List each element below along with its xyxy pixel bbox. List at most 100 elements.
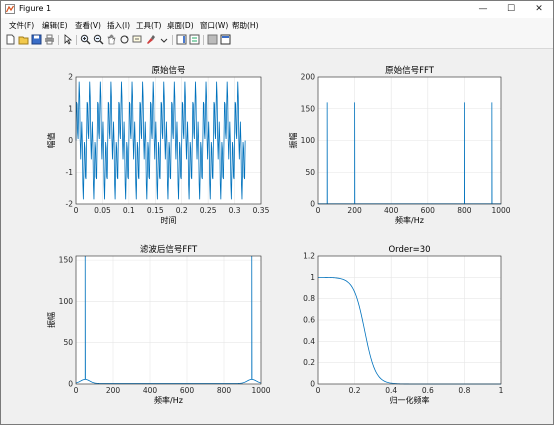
y-tick-label: 0 [310, 380, 315, 389]
zoom-in-icon[interactable] [80, 34, 91, 45]
x-tick-label: 0.35 [253, 206, 270, 215]
brush-icon[interactable] [145, 34, 156, 45]
y-tick-label: 200 [301, 73, 316, 82]
figure-canvas[interactable]: 0 0.05 0.1 0.15 0.2 0.25 0.3 0.35 -2 -1 0 1 2 原始信号时间 幅… [3, 50, 551, 422]
x-tick-label: 1000 [251, 386, 270, 395]
menu-file[interactable]: 文件(F) [9, 20, 34, 31]
chart-title: Order=30 [388, 245, 430, 255]
menu-desktop[interactable]: 桌面(D) [167, 20, 194, 31]
x-axis-label: 频率/Hz [154, 395, 183, 405]
rotate-3d-icon[interactable] [119, 34, 130, 45]
y-tick-label: 0 [310, 200, 315, 209]
y-tick-label: 0 [68, 136, 73, 145]
new-figure-icon[interactable] [5, 34, 16, 45]
x-tick-label: 0.3 [229, 206, 241, 215]
y-tick-label: 150 [301, 104, 316, 113]
y-tick-label: -2 [66, 200, 74, 209]
close-button[interactable]: ✕ [525, 1, 553, 18]
pointer-icon[interactable] [62, 34, 73, 45]
axes-background [76, 256, 261, 384]
data-cursor-icon[interactable] [132, 34, 143, 45]
x-tick-label: 600 [180, 386, 195, 395]
chart-title: 原始信号 [151, 65, 185, 76]
x-tick-label: 200 [347, 206, 362, 215]
y-tick-label: 100 [301, 136, 316, 145]
x-tick-label: 0.2 [349, 386, 361, 395]
y-tick-label: -1 [66, 168, 74, 177]
menu-bar: 文件(F) 编辑(E) 查看(V) 插入(I) 工具(T) 桌面(D) 窗口(W… [1, 18, 553, 32]
y-tick-label: 0.6 [303, 316, 315, 325]
y-tick-label: 0.2 [303, 358, 315, 367]
title-bar: Figure 1 — ☐ ✕ [1, 1, 553, 18]
subplot-3: 0 200 400 600 800 1000 0 50 100 150 滤波后信号FFT 频率/Hz 振… [46, 244, 271, 405]
menu-insert[interactable]: 插入(I) [107, 20, 130, 31]
x-tick-label: 200 [106, 386, 121, 395]
x-tick-label: 0.05 [94, 206, 111, 215]
x-tick-label: 800 [457, 206, 472, 215]
x-tick-label: 0 [74, 386, 79, 395]
subplot-1: 0 0.05 0.1 0.15 0.2 0.25 0.3 0.35 -2 -1 0 1 2 原始信号时间 幅… [46, 65, 270, 225]
insert-legend-icon[interactable] [189, 34, 200, 45]
x-tick-label: 400 [384, 206, 399, 215]
x-axis-label: 频率/Hz [395, 215, 424, 225]
y-tick-label: 0 [68, 380, 73, 389]
matlab-figure-icon [5, 4, 15, 14]
x-tick-label: 1000 [491, 206, 510, 215]
toolbar [1, 32, 553, 49]
x-tick-label: 0 [74, 206, 79, 215]
y-tick-label: 50 [305, 168, 315, 177]
save-icon[interactable] [31, 34, 42, 45]
y-tick-label: 1.2 [303, 252, 315, 261]
toolbar-separator [58, 35, 59, 45]
x-tick-label: 400 [143, 386, 158, 395]
y-tick-label: 1 [68, 104, 73, 113]
y-axis-label: 幅值 [46, 133, 56, 149]
x-tick-label: 0.6 [422, 386, 434, 395]
y-tick-label: 100 [59, 297, 74, 306]
toolbar-separator [172, 35, 173, 45]
menu-edit[interactable]: 编辑(E) [42, 20, 68, 31]
toolbar-separator [203, 35, 204, 45]
chart-title: 原始信号FFT [385, 65, 435, 76]
menu-help[interactable]: 帮助(H) [232, 20, 259, 31]
pan-icon[interactable] [106, 34, 117, 45]
chart-title: 滤波后信号FFT [140, 244, 198, 255]
x-axis-label: 时间 [161, 215, 177, 225]
x-tick-label: 800 [217, 386, 232, 395]
insert-colorbar-icon[interactable] [176, 34, 187, 45]
print-icon[interactable] [44, 34, 55, 45]
y-tick-label: 1 [310, 273, 315, 282]
plots-area: 0 0.05 0.1 0.15 0.2 0.25 0.3 0.35 -2 -1 0 1 2 原始信号时间 幅… [46, 65, 511, 405]
link-plot-icon[interactable] [158, 34, 169, 45]
y-tick-label: 150 [59, 256, 74, 265]
window-title: Figure 1 [19, 4, 52, 13]
zoom-out-icon[interactable] [93, 34, 104, 45]
y-tick-label: 2 [68, 73, 73, 82]
maximize-button[interactable]: ☐ [497, 1, 525, 18]
x-tick-label: 0.2 [176, 206, 188, 215]
hide-plot-tools-icon[interactable] [207, 34, 218, 45]
menu-view[interactable]: 查看(V) [75, 20, 101, 31]
x-tick-label: 0.8 [458, 386, 470, 395]
menu-window[interactable]: 窗口(W) [200, 20, 228, 31]
x-tick-label: 0.4 [385, 386, 397, 395]
x-tick-label: 0.1 [123, 206, 135, 215]
y-tick-label: 0.4 [303, 337, 315, 346]
y-axis-label: 振幅 [46, 312, 56, 328]
x-tick-label: 0.25 [200, 206, 217, 215]
x-tick-label: 1 [499, 386, 504, 395]
show-plot-tools-icon[interactable] [220, 34, 231, 45]
subplot-4: 0 0.2 0.4 0.6 0.8 1 0 0.2 0.4 0.6 0.8 1 1.2 Order=30 归… [303, 245, 504, 405]
toolbar-separator [76, 35, 77, 45]
minimize-button[interactable]: — [469, 1, 497, 18]
open-file-icon[interactable] [18, 34, 29, 45]
x-tick-label: 0.15 [147, 206, 164, 215]
y-axis-label: 振幅 [288, 133, 298, 149]
x-axis-label: 归一化频率 [390, 395, 430, 405]
x-tick-label: 600 [421, 206, 436, 215]
x-tick-label: 0 [316, 386, 321, 395]
figure-window: Figure 1 — ☐ ✕ 文件(F) 编辑(E) 查看(V) 插入(I) 工… [0, 0, 554, 425]
y-tick-label: 50 [63, 338, 73, 347]
x-tick-label: 0 [316, 206, 321, 215]
menu-tools[interactable]: 工具(T) [136, 20, 161, 31]
